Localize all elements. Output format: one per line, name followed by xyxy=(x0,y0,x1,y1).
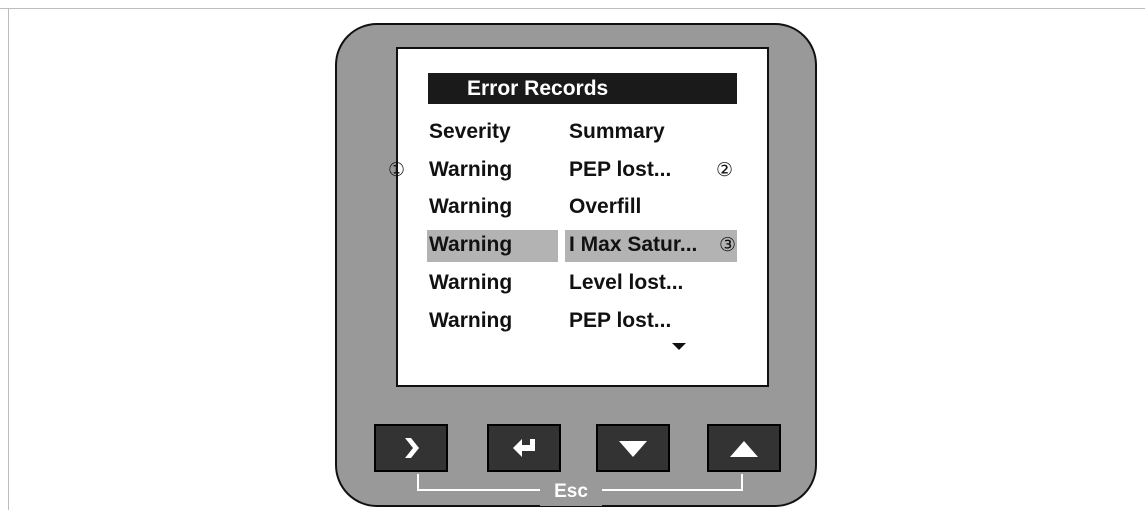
row-4-summary[interactable]: Level lost... xyxy=(569,270,683,296)
row-4-severity[interactable]: Warning xyxy=(429,270,512,296)
esc-label: Esc xyxy=(540,480,602,506)
enter-key-button[interactable] xyxy=(487,424,561,472)
row-1-severity[interactable]: Warning xyxy=(429,157,512,183)
right-key-button[interactable] xyxy=(374,424,448,472)
row-3-summary[interactable]: I Max Satur... xyxy=(569,232,697,258)
header-severity: Severity xyxy=(429,120,511,143)
row-3-severity[interactable]: Warning xyxy=(429,232,512,258)
row-5-severity[interactable]: Warning xyxy=(429,308,512,334)
down-key-button[interactable] xyxy=(596,424,670,472)
screen-title: Error Records xyxy=(467,77,609,100)
row-5-summary[interactable]: PEP lost... xyxy=(569,308,671,334)
header-summary: Summary xyxy=(569,120,665,143)
up-key-button[interactable] xyxy=(707,424,781,472)
row-2-severity[interactable]: Warning xyxy=(429,194,512,220)
row-2-summary[interactable]: Overfill xyxy=(569,194,641,220)
callout-3: ③ xyxy=(719,234,737,256)
row-1-summary[interactable]: PEP lost... xyxy=(569,157,671,183)
triangle-down-icon xyxy=(619,441,647,457)
enter-arrow-icon xyxy=(513,439,535,457)
chevron-right-icon xyxy=(405,438,419,458)
frame-left-border xyxy=(8,8,9,510)
scroll-down-indicator-icon xyxy=(672,343,686,350)
callout-2: ② xyxy=(716,159,734,181)
callout-1: ① xyxy=(388,159,406,181)
triangle-up-icon xyxy=(730,441,758,457)
frame-top-border xyxy=(0,8,1145,9)
